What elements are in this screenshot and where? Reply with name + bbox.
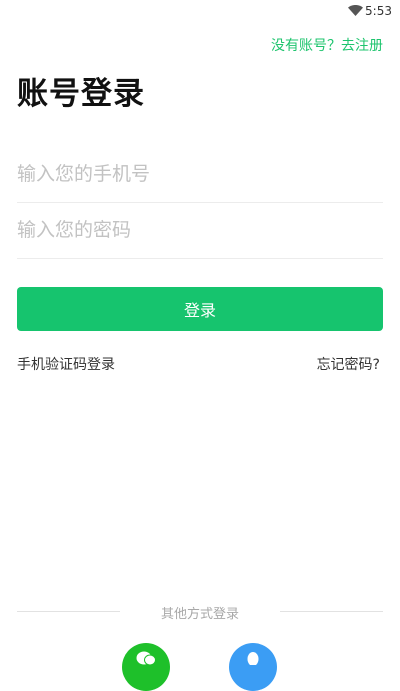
other-login-label: 其他方式登录	[160, 607, 239, 622]
forgot-password-link[interactable]: 忘记密码?	[317, 354, 380, 374]
status-bar: 5:53	[0, 0, 400, 22]
qq-login-button[interactable]	[229, 643, 277, 691]
wechat-login-button[interactable]	[122, 643, 170, 691]
wechat-icon	[136, 651, 156, 665]
page-title: 账号登录	[17, 76, 145, 112]
phone-field	[17, 146, 383, 203]
qq-icon	[247, 652, 259, 665]
register-link[interactable]: 没有账号？去注册	[271, 35, 383, 55]
password-field	[17, 202, 383, 259]
password-input[interactable]	[17, 202, 383, 258]
wifi-icon	[348, 5, 363, 16]
sms-login-link[interactable]: 手机验证码登录	[17, 354, 115, 374]
status-time: 5:53	[365, 4, 392, 18]
phone-input[interactable]	[17, 146, 383, 202]
divider-right	[280, 611, 383, 612]
login-button[interactable]: 登录	[17, 287, 383, 331]
